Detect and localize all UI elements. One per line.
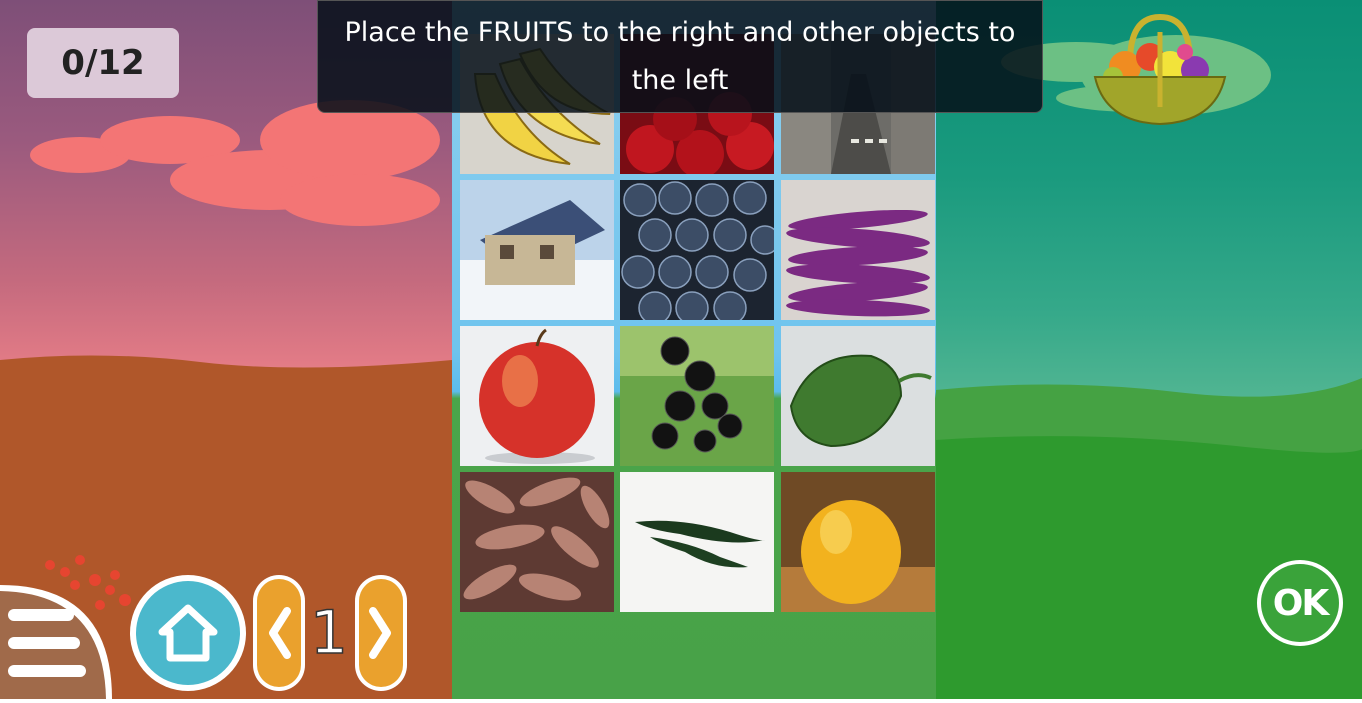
chevron-right-icon [369,607,391,659]
ok-button[interactable]: OK [1257,560,1343,646]
tile-apricot[interactable] [781,472,935,612]
previous-level-button[interactable] [253,575,305,691]
menu-button[interactable] [0,585,112,699]
tile-sweet-potatoes[interactable] [460,472,614,612]
score-display: 0/12 [27,28,179,98]
tile-eggplants[interactable] [781,180,935,320]
tile-blackcurrants[interactable] [620,326,774,466]
menu-icon [0,585,112,699]
ok-label: OK [1261,564,1339,642]
tile-bitter-gourd[interactable] [781,326,935,466]
tile-house[interactable] [460,180,614,320]
chevron-left-icon [269,607,291,659]
tile-apple[interactable] [460,326,614,466]
home-icon [158,604,218,662]
tile-chili-peppers[interactable] [620,472,774,612]
tile-blueberries[interactable] [620,180,774,320]
basket-icon [1093,13,1227,126]
next-level-button[interactable] [355,575,407,691]
home-button[interactable] [130,575,246,691]
instruction-banner: Place the FRUITS to the right and other … [317,0,1043,113]
level-number: 1 [309,597,349,669]
